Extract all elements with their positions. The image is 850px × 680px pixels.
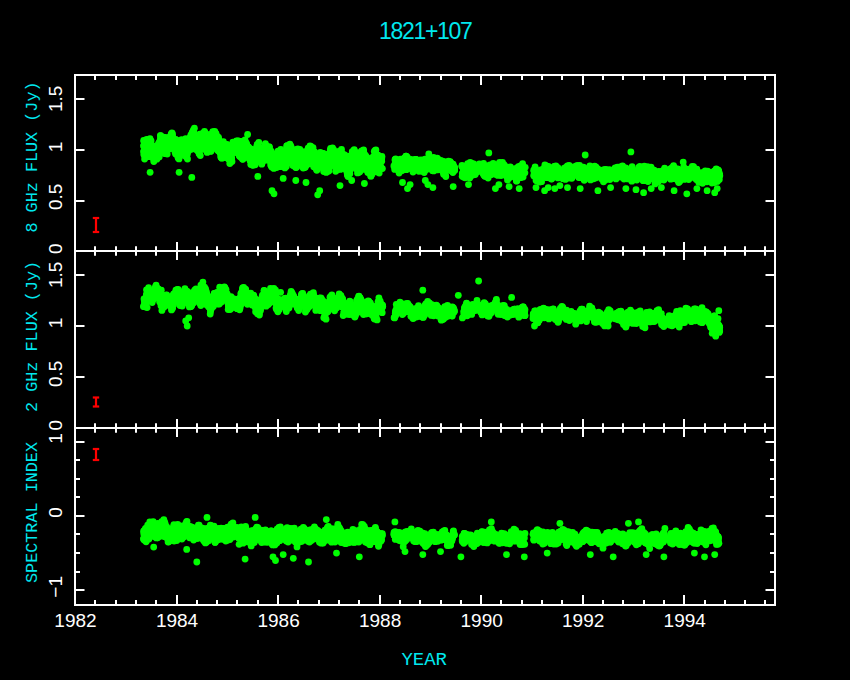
svg-text:8 GHz FLUX (Jy): 8 GHz FLUX (Jy) <box>23 81 42 232</box>
svg-text:SPECTRAL INDEX: SPECTRAL INDEX <box>23 442 42 583</box>
svg-text:1821+107: 1821+107 <box>379 18 472 44</box>
svg-text:YEAR: YEAR <box>401 649 447 671</box>
svg-text:0.5: 0.5 <box>45 184 66 210</box>
svg-text:0.5: 0.5 <box>45 361 66 387</box>
svg-text:1986: 1986 <box>257 610 299 631</box>
svg-text:1.5: 1.5 <box>45 86 66 112</box>
svg-text:1994: 1994 <box>664 610 707 631</box>
svg-text:2 GHz FLUX (Jy): 2 GHz FLUX (Jy) <box>23 261 42 412</box>
svg-text:0: 0 <box>45 420 66 431</box>
svg-text:0: 0 <box>45 243 66 254</box>
svg-text:1990: 1990 <box>461 610 503 631</box>
svg-text:1984: 1984 <box>156 610 199 631</box>
svg-text:−1: −1 <box>45 576 66 598</box>
svg-text:1.5: 1.5 <box>45 262 66 288</box>
svg-text:1982: 1982 <box>54 610 96 631</box>
svg-text:1988: 1988 <box>359 610 401 631</box>
svg-text:1: 1 <box>45 433 66 444</box>
svg-text:1: 1 <box>45 142 66 153</box>
svg-text:1: 1 <box>45 318 66 329</box>
svg-text:0: 0 <box>45 507 66 518</box>
svg-text:1992: 1992 <box>562 610 604 631</box>
